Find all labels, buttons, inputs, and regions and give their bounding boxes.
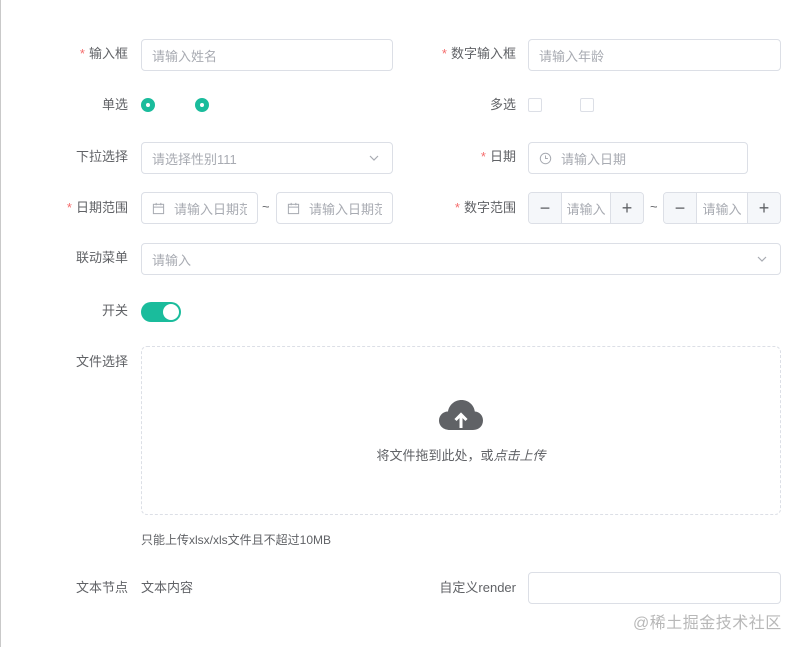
range-separator: ~ xyxy=(262,199,270,214)
label-checkbox: 多选 xyxy=(489,97,516,112)
required-mark: * xyxy=(441,46,447,61)
cascader-input[interactable]: 请输入 xyxy=(141,243,781,275)
watermark: @稀土掘金技术社区 xyxy=(633,615,782,632)
calendar-icon xyxy=(287,201,301,215)
increment-button[interactable]: + xyxy=(610,193,643,223)
upload-dropzone[interactable]: 将文件拖到此处，或点击上传 xyxy=(141,346,781,515)
switch-knob xyxy=(163,304,179,320)
label-radio: 单选 xyxy=(101,97,128,112)
decrement-button[interactable]: − xyxy=(664,193,697,223)
clock-icon xyxy=(539,151,553,165)
label-date-range: * 日期范围 xyxy=(66,200,128,215)
toggle-switch[interactable] xyxy=(141,302,181,322)
number-range-max[interactable]: − 请输入 + xyxy=(663,192,781,224)
name-input[interactable]: 请输入姓名 xyxy=(141,39,393,71)
label-switch: 开关 xyxy=(101,303,128,318)
range-separator: ~ xyxy=(650,199,658,214)
number-range-min[interactable]: − 请输入 + xyxy=(528,192,644,224)
gender-select[interactable]: 请选择性别111 xyxy=(141,142,393,174)
label-upload: 文件选择 xyxy=(75,354,128,369)
label-cascader: 联动菜单 xyxy=(75,250,128,265)
label-name: * 输入框 xyxy=(79,46,128,61)
chevron-down-icon xyxy=(756,252,770,266)
chevron-down-icon xyxy=(368,151,382,165)
checkbox-option-1[interactable] xyxy=(528,98,542,112)
label-date: * 日期 xyxy=(480,149,516,164)
label-number-range: * 数字范围 xyxy=(454,200,516,215)
label-text-node: 文本节点 xyxy=(75,580,128,595)
date-range-start[interactable]: 请输入日期范 xyxy=(141,192,258,224)
upload-link[interactable]: 点击上传 xyxy=(494,448,546,463)
checkbox-option-2[interactable] xyxy=(580,98,594,112)
custom-render-input[interactable] xyxy=(528,572,781,604)
upload-text: 将文件拖到此处，或点击上传 xyxy=(376,447,546,463)
radio-option-1[interactable] xyxy=(141,98,155,112)
text-node-value: 文本内容 xyxy=(141,580,194,595)
decrement-button[interactable]: − xyxy=(529,193,562,223)
required-mark: * xyxy=(454,200,460,215)
calendar-icon xyxy=(152,201,166,215)
radio-option-2[interactable] xyxy=(195,98,209,112)
required-mark: * xyxy=(79,46,85,61)
upload-tip: 只能上传xlsx/xls文件且不超过10MB xyxy=(141,533,332,547)
label-custom-render: 自定义render xyxy=(439,580,516,595)
date-range-end[interactable]: 请输入日期范 xyxy=(276,192,393,224)
increment-button[interactable]: + xyxy=(747,193,780,223)
label-select: 下拉选择 xyxy=(75,149,128,164)
window-edge xyxy=(0,0,1,647)
date-picker[interactable]: 请输入日期 xyxy=(528,142,748,174)
label-age: * 数字输入框 xyxy=(441,46,516,61)
required-mark: * xyxy=(480,149,486,164)
age-input[interactable]: 请输入年龄 xyxy=(528,39,781,71)
cloud-upload-icon xyxy=(438,398,484,435)
required-mark: * xyxy=(66,200,72,215)
